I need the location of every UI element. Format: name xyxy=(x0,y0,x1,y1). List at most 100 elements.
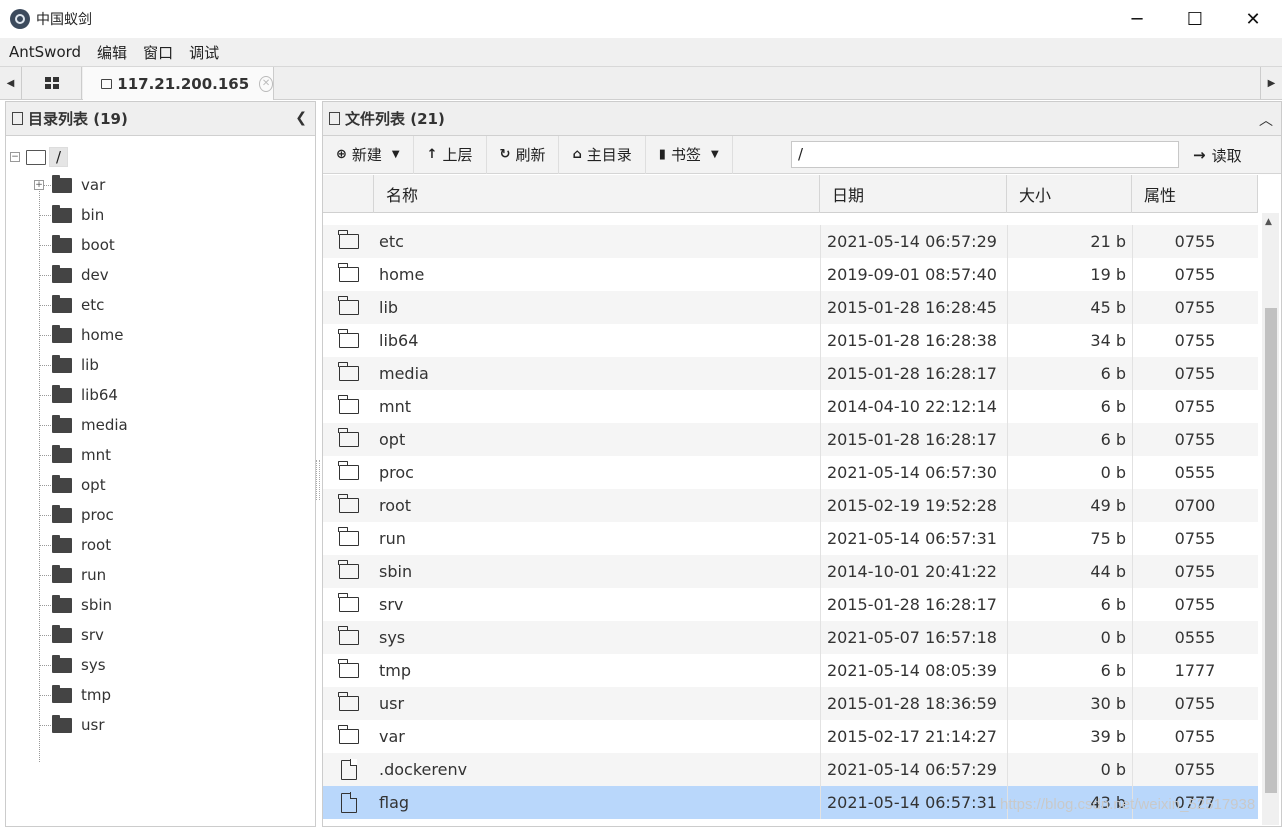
collapse-up-icon[interactable]: ︿ xyxy=(1259,110,1273,130)
tree-root[interactable]: − / xyxy=(6,144,315,170)
tree-root-label: / xyxy=(49,147,69,167)
cell-name: home xyxy=(379,265,425,284)
table-row[interactable]: usr 2015-01-28 18:36:59 30 b 0755 xyxy=(323,687,1258,720)
new-button[interactable]: ⊕ 新建 ▼ xyxy=(323,135,414,174)
table-row[interactable]: lib 2015-01-28 16:28:45 45 b 0755 xyxy=(323,291,1258,324)
cell-attr: 0755 xyxy=(1174,562,1216,581)
scroll-up-icon[interactable]: ▲ xyxy=(1265,217,1272,227)
tree-item-srv[interactable]: srv xyxy=(6,620,315,650)
cell-name: root xyxy=(379,496,412,515)
tree-item-dev[interactable]: dev xyxy=(6,260,315,290)
collapse-node-icon[interactable]: − xyxy=(10,152,20,162)
tree-item-var[interactable]: + var xyxy=(6,170,315,200)
menu-antsword[interactable]: AntSword xyxy=(0,43,89,61)
table-row[interactable]: tmp 2021-05-14 08:05:39 6 b 1777 xyxy=(323,654,1258,687)
home-button[interactable]: ⌂ 主目录 xyxy=(559,135,646,174)
maximize-button[interactable]: ☐ xyxy=(1166,0,1224,38)
tree-item-label: dev xyxy=(81,266,109,284)
cell-date: 2021-05-14 06:57:30 xyxy=(827,463,997,482)
tree-item-usr[interactable]: usr xyxy=(6,710,315,740)
table-row[interactable]: .dockerenv 2021-05-14 06:57:29 0 b 0755 xyxy=(323,753,1258,786)
bookmark-button[interactable]: ▮ 书签 ▼ xyxy=(646,135,733,174)
grid-icon xyxy=(44,77,59,89)
refresh-button[interactable]: ↻ 刷新 xyxy=(487,135,560,174)
tab-scroll-right-button[interactable]: ▶ xyxy=(1260,67,1282,99)
tab-host[interactable]: 117.21.200.165 ✕ xyxy=(83,67,274,100)
collapse-left-icon[interactable]: ❮ xyxy=(295,110,307,126)
cell-size: 6 b xyxy=(1100,661,1126,680)
table-row[interactable]: var 2015-02-17 21:14:27 39 b 0755 xyxy=(323,720,1258,753)
column-icon xyxy=(323,175,374,213)
menu-debug[interactable]: 调试 xyxy=(181,42,227,63)
tab-close-icon[interactable]: ✕ xyxy=(259,75,273,92)
table-row[interactable]: home 2019-09-01 08:57:40 19 b 0755 xyxy=(323,258,1258,291)
folder-icon xyxy=(52,354,72,373)
cell-date: 2015-02-19 19:52:28 xyxy=(827,496,997,515)
tree-item-mnt[interactable]: mnt xyxy=(6,440,315,470)
tree-item-opt[interactable]: opt xyxy=(6,470,315,500)
cell-name: sbin xyxy=(379,562,413,581)
tree-item-run[interactable]: run xyxy=(6,560,315,590)
caret-down-icon: ▼ xyxy=(710,149,719,160)
tree-item-home[interactable]: home xyxy=(6,320,315,350)
scrollbar-thumb[interactable] xyxy=(1265,308,1277,793)
folder-icon xyxy=(52,474,72,493)
table-row[interactable]: sys 2021-05-07 16:57:18 0 b 0555 xyxy=(323,621,1258,654)
tree-item-lib[interactable]: lib xyxy=(6,350,315,380)
table-row[interactable]: sbin 2014-10-01 20:41:22 44 b 0755 xyxy=(323,555,1258,588)
table-row[interactable]: etc 2021-05-14 06:57:29 21 b 0755 xyxy=(323,225,1258,258)
table-row[interactable]: proc 2021-05-14 06:57:30 0 b 0555 xyxy=(323,456,1258,489)
table-row[interactable]: opt 2015-01-28 16:28:17 6 b 0755 xyxy=(323,423,1258,456)
table-row[interactable]: run 2021-05-14 06:57:31 75 b 0755 xyxy=(323,522,1258,555)
arrow-right-icon: → xyxy=(1193,146,1206,164)
tree-item-lib64[interactable]: lib64 xyxy=(6,380,315,410)
close-button[interactable]: ✕ xyxy=(1224,0,1282,38)
tree-item-tmp[interactable]: tmp xyxy=(6,680,315,710)
column-size[interactable]: 大小 xyxy=(1007,175,1132,213)
watermark: https://blog.csdn.net/weixin_52517938 xyxy=(1000,796,1256,813)
tab-bar: ◀ 117.21.200.165 ✕ ▶ xyxy=(0,66,1282,100)
read-button[interactable]: → 读取 xyxy=(1193,136,1242,174)
folder-icon xyxy=(338,593,359,612)
cell-date: 2015-01-28 16:28:45 xyxy=(827,298,997,317)
cell-attr: 0755 xyxy=(1174,397,1216,416)
table-row[interactable]: media 2015-01-28 16:28:17 6 b 0755 xyxy=(323,357,1258,390)
tree-item-boot[interactable]: boot xyxy=(6,230,315,260)
table-row[interactable]: root 2015-02-19 19:52:28 49 b 0700 xyxy=(323,489,1258,522)
column-date[interactable]: 日期 xyxy=(820,175,1007,213)
tab-scroll-left-button[interactable]: ◀ xyxy=(0,67,22,99)
file-grid-scrollbar[interactable]: ▲ xyxy=(1262,213,1279,825)
column-name[interactable]: 名称 xyxy=(374,175,820,213)
folder-icon xyxy=(101,78,113,89)
menu-edit[interactable]: 编辑 xyxy=(89,42,135,63)
folder-icon xyxy=(338,494,359,513)
tree-item-proc[interactable]: proc xyxy=(6,500,315,530)
expand-node-icon[interactable]: + xyxy=(34,180,44,190)
folder-icon xyxy=(12,112,23,125)
menu-window[interactable]: 窗口 xyxy=(135,42,181,63)
up-button[interactable]: ↑ 上层 xyxy=(414,135,487,174)
cell-name: run xyxy=(379,529,406,548)
folder-icon xyxy=(338,362,359,381)
table-row[interactable]: srv 2015-01-28 16:28:17 6 b 0755 xyxy=(323,588,1258,621)
tree-item-media[interactable]: media xyxy=(6,410,315,440)
panel-splitter[interactable] xyxy=(316,460,320,500)
tree-item-sbin[interactable]: sbin xyxy=(6,590,315,620)
table-row[interactable]: mnt 2014-04-10 22:12:14 6 b 0755 xyxy=(323,390,1258,423)
file-grid-header: 名称 日期 大小 属性 xyxy=(323,175,1258,213)
plus-circle-icon: ⊕ xyxy=(336,147,347,162)
cell-date: 2015-01-28 18:36:59 xyxy=(827,694,997,713)
menu-bar: AntSword 编辑 窗口 调试 xyxy=(0,38,1282,66)
tab-home[interactable] xyxy=(22,67,82,99)
tree-item-sys[interactable]: sys xyxy=(6,650,315,680)
tree-item-bin[interactable]: bin xyxy=(6,200,315,230)
folder-icon xyxy=(52,384,72,403)
tree-item-etc[interactable]: etc xyxy=(6,290,315,320)
minimize-button[interactable]: ─ xyxy=(1108,0,1166,38)
tree-item-root[interactable]: root xyxy=(6,530,315,560)
column-attr[interactable]: 属性 xyxy=(1132,175,1258,213)
folder-icon xyxy=(338,329,359,348)
path-input[interactable]: / xyxy=(791,141,1179,168)
table-row[interactable]: lib64 2015-01-28 16:28:38 34 b 0755 xyxy=(323,324,1258,357)
title-bar: 中国蚁剑 ─ ☐ ✕ xyxy=(0,0,1282,38)
